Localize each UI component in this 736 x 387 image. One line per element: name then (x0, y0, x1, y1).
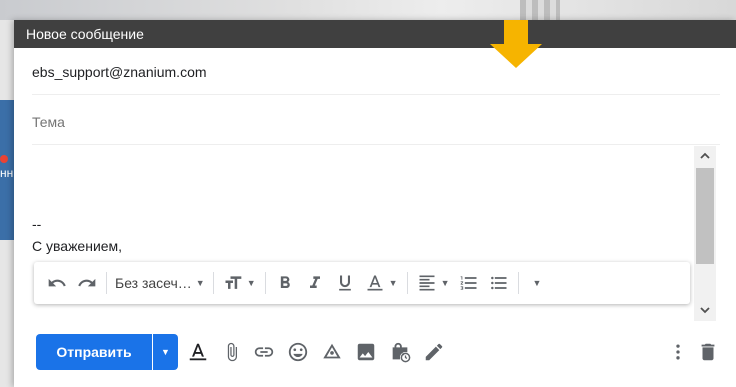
align-select[interactable]: ▼ (412, 268, 455, 298)
bold-icon (280, 276, 290, 288)
numbered-list-button[interactable] (454, 268, 484, 298)
to-field[interactable]: ebs_support@znanium.com (32, 50, 720, 95)
send-button[interactable]: Отправить (36, 334, 152, 370)
bulleted-list-icon (491, 276, 507, 290)
undo-icon (48, 278, 66, 287)
scroll-up-icon[interactable] (699, 150, 711, 162)
font-size-select[interactable]: ▼ (218, 268, 261, 298)
scroll-thumb[interactable] (696, 168, 714, 264)
signature-dash: -- (32, 216, 42, 232)
chevron-down-icon: ▼ (161, 347, 170, 357)
insert-drive-button[interactable] (318, 338, 346, 366)
undo-button[interactable] (42, 268, 72, 298)
italic-button[interactable] (300, 268, 330, 298)
text-size-icon (225, 276, 242, 289)
recipient-address: ebs_support@znanium.com (32, 64, 207, 80)
text-color-select[interactable]: ▼ (360, 268, 403, 298)
more-formatting-button[interactable]: ▼ (523, 268, 546, 298)
pen-icon (425, 343, 443, 361)
trash-icon (701, 343, 715, 361)
background-notification-dot (0, 155, 8, 163)
background-partial-text: нн (0, 166, 14, 180)
toolbar-separator (264, 272, 266, 294)
scroll-down-icon[interactable] (699, 304, 711, 316)
insert-photo-button[interactable] (352, 338, 380, 366)
photo-icon (357, 343, 375, 361)
toolbar-separator (212, 272, 214, 294)
message-body[interactable]: -- С уважением, (32, 148, 692, 268)
toolbar-separator (406, 272, 408, 294)
chevron-down-icon: ▼ (388, 278, 398, 288)
more-vertical-icon (676, 344, 680, 360)
attach-file-button[interactable] (218, 338, 246, 366)
redo-button[interactable] (72, 268, 102, 298)
more-options-button[interactable] (664, 338, 692, 366)
emoji-icon (288, 342, 308, 362)
redo-icon (78, 278, 96, 287)
lock-clock-icon (392, 342, 411, 363)
chevron-down-icon: ▼ (246, 278, 256, 288)
send-options-button[interactable]: ▼ (153, 334, 178, 370)
underline-icon (338, 275, 351, 291)
numbered-list-icon (461, 276, 477, 290)
paperclip-icon (227, 342, 237, 362)
insert-emoji-button[interactable] (284, 338, 312, 366)
body-scrollbar[interactable] (694, 146, 716, 321)
underline-button[interactable] (330, 268, 360, 298)
chevron-down-icon: ▼ (532, 278, 542, 288)
insert-link-button[interactable] (250, 338, 278, 366)
font-family-label: Без засеч… (115, 275, 192, 291)
italic-icon (309, 276, 320, 288)
bulleted-list-button[interactable] (484, 268, 514, 298)
background-mosaic (520, 0, 560, 20)
signature-text: С уважением, (32, 238, 123, 254)
drive-icon (323, 343, 341, 359)
background-page-strip (0, 0, 736, 20)
compose-title[interactable]: Новое сообщение (14, 20, 736, 48)
chevron-down-icon: ▼ (195, 278, 205, 288)
discard-draft-button[interactable] (694, 338, 722, 366)
formatting-options-button[interactable] (184, 338, 212, 366)
compose-window: Новое сообщение ebs_support@znanium.com … (14, 20, 736, 387)
align-left-icon (419, 275, 435, 291)
insert-signature-button[interactable] (420, 338, 448, 366)
text-color-icon (367, 275, 383, 291)
link-icon (254, 347, 274, 357)
toolbar-separator (518, 272, 520, 294)
font-family-select[interactable]: Без засеч… ▼ (111, 268, 209, 298)
text-format-icon (189, 343, 207, 361)
formatting-toolbar: Без засеч… ▼ ▼ ▼ ▼ ▼ (34, 262, 690, 304)
subject-placeholder: Тема (32, 114, 65, 130)
subject-field[interactable]: Тема (32, 100, 720, 145)
confidential-mode-button[interactable] (386, 338, 414, 366)
bold-button[interactable] (270, 268, 300, 298)
chevron-down-icon: ▼ (440, 278, 450, 288)
toolbar-separator (106, 272, 107, 294)
